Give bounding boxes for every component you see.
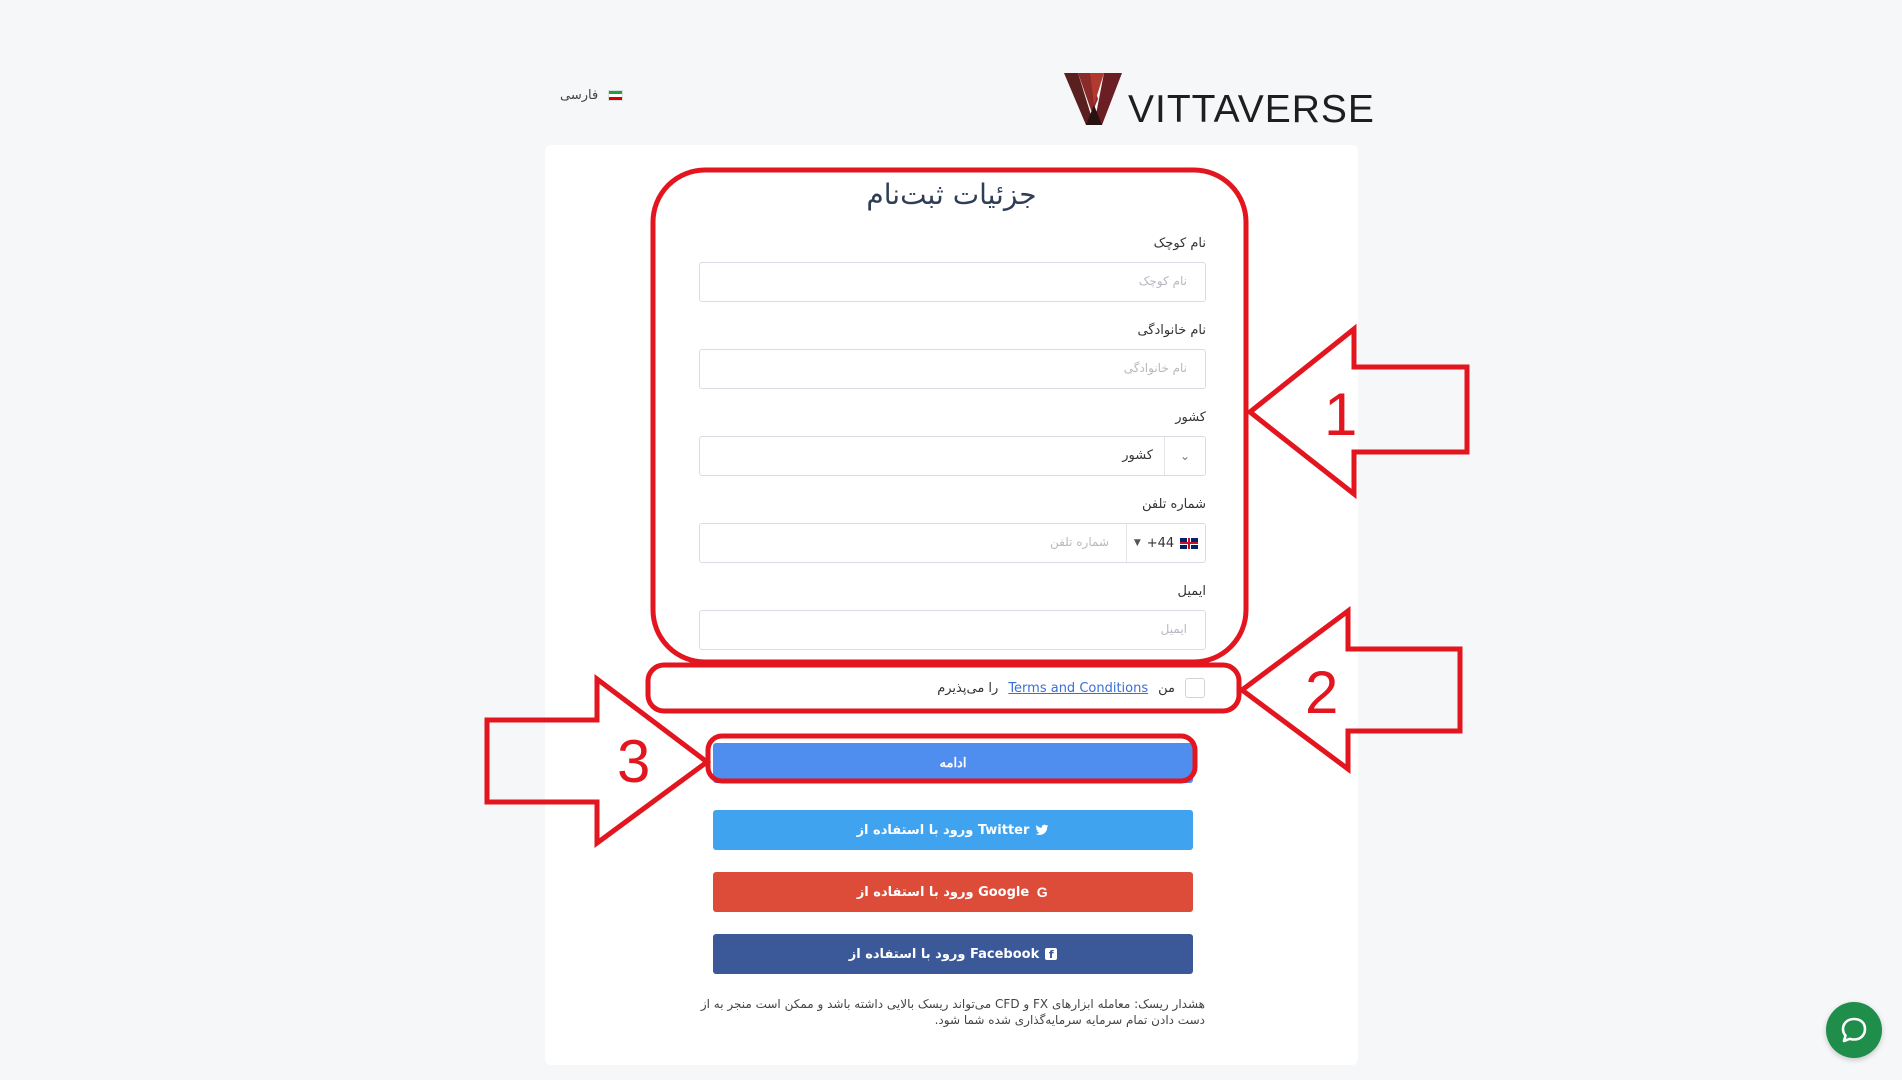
- country-label: کشور: [1175, 410, 1206, 425]
- last-name-input[interactable]: نام خانوادگی: [699, 349, 1206, 389]
- email-input[interactable]: ایمیل: [699, 610, 1206, 650]
- phone-field[interactable]: ▼ +44 شماره تلفن: [699, 523, 1206, 563]
- annotation-number-2: 2: [1305, 659, 1339, 726]
- terms-row: من Terms and Conditions را می‌پذیرم: [937, 678, 1205, 698]
- phone-country-code-selector[interactable]: ▼ +44: [1126, 524, 1205, 562]
- terms-text-after: را می‌پذیرم: [937, 680, 999, 696]
- vittaverse-mark-icon: [1064, 73, 1122, 125]
- iran-flag-icon: [608, 90, 624, 101]
- facebook-login-label: ورود با استفاده از Facebook: [848, 946, 1040, 962]
- last-name-placeholder: نام خانوادگی: [1123, 361, 1187, 375]
- terms-checkbox[interactable]: [1185, 678, 1205, 698]
- facebook-login-button[interactable]: ورود با استفاده از Facebook f: [713, 934, 1193, 974]
- terms-link[interactable]: Terms and Conditions: [1008, 681, 1148, 696]
- google-login-button[interactable]: ورود با استفاده از Google G: [713, 872, 1193, 912]
- uk-flag-icon: [1180, 537, 1199, 549]
- annotation-number-1: 1: [1324, 381, 1358, 448]
- facebook-icon: f: [1045, 948, 1058, 961]
- caret-down-icon: ▼: [1133, 538, 1141, 548]
- phone-prefix-value: +44: [1146, 535, 1175, 551]
- terms-text-before: من: [1158, 680, 1175, 696]
- twitter-icon: [1035, 824, 1049, 836]
- chevron-down-icon[interactable]: ⌄: [1164, 437, 1205, 475]
- first-name-input[interactable]: نام کوچک: [699, 262, 1206, 302]
- continue-button[interactable]: ادامه: [713, 743, 1193, 783]
- email-placeholder: ایمیل: [1160, 622, 1187, 636]
- risk-warning: هشدار ریسک: معامله ابزارهای FX و CFD می‌…: [700, 997, 1205, 1027]
- page-title: جزئیات ثبت‌نام: [866, 178, 1037, 211]
- twitter-login-button[interactable]: ورود با استفاده از Twitter: [713, 810, 1193, 850]
- first-name-label: نام کوچک: [1153, 236, 1206, 251]
- first-name-placeholder: نام کوچک: [1138, 274, 1187, 288]
- country-select[interactable]: ⌄ کشور: [699, 436, 1206, 476]
- phone-placeholder: شماره تلفن: [1049, 535, 1109, 549]
- email-label: ایمیل: [1177, 584, 1206, 599]
- chat-bubble-icon: [1841, 1017, 1867, 1043]
- twitter-login-label: ورود با استفاده از Twitter: [856, 822, 1030, 838]
- brand-logo: VITTAVERSE: [1064, 70, 1374, 130]
- google-login-label: ورود با استفاده از Google: [856, 884, 1030, 900]
- country-value: کشور: [1122, 448, 1153, 463]
- annotation-number-3: 3: [617, 728, 651, 795]
- google-icon: G: [1036, 884, 1048, 900]
- language-switcher[interactable]: فارسی: [560, 88, 624, 103]
- last-name-label: نام خانوادگی: [1137, 323, 1206, 338]
- phone-label: شماره تلفن: [1142, 497, 1206, 512]
- chat-widget-button[interactable]: [1826, 1002, 1882, 1058]
- language-label: فارسی: [560, 88, 599, 103]
- brand-name: VITTAVERSE: [1128, 88, 1375, 131]
